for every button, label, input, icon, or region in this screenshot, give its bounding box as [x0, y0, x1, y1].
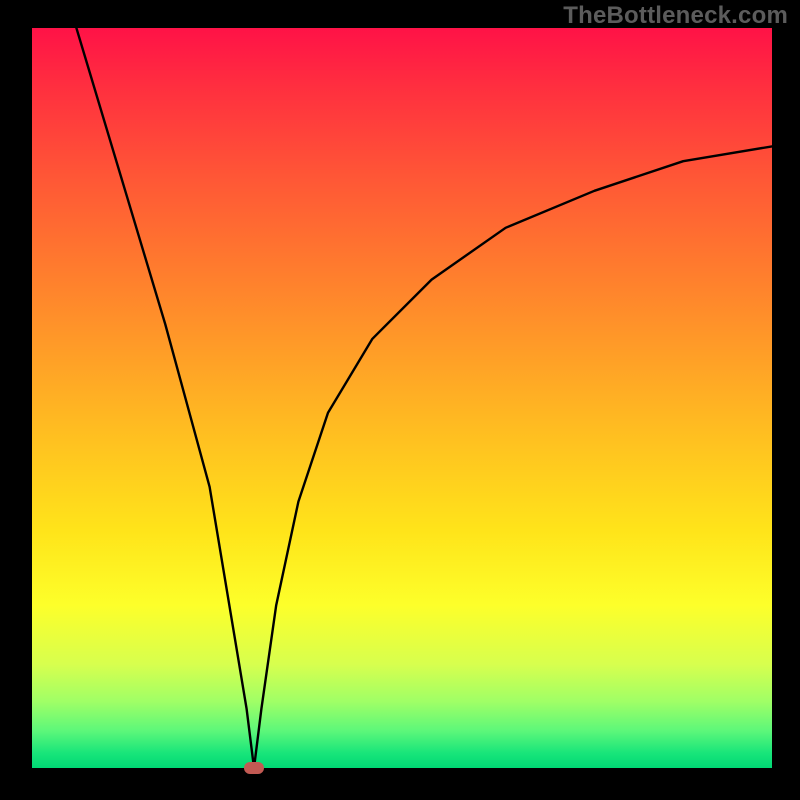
bottleneck-curve: [76, 28, 772, 768]
chart-frame: TheBottleneck.com: [0, 0, 800, 800]
plot-area: [32, 28, 772, 768]
curve-svg: [32, 28, 772, 768]
minimum-marker: [244, 762, 264, 774]
watermark-text: TheBottleneck.com: [563, 2, 788, 30]
